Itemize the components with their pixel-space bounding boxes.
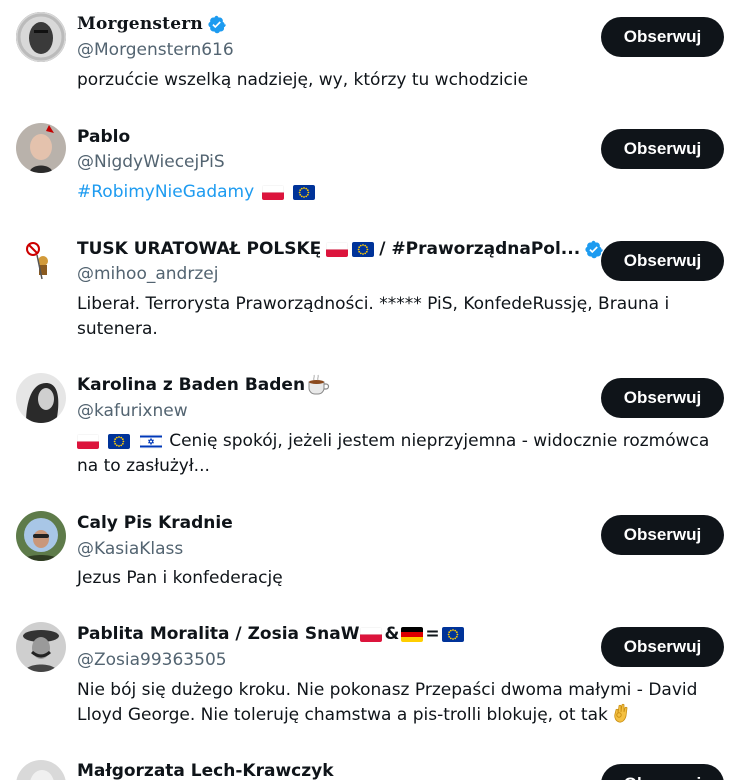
avatar[interactable] [16, 235, 66, 285]
hashtag-link[interactable]: #RobimyNieGadamy [77, 182, 254, 202]
user-bio: porzućcie wszelką nadzieję, wy, którzy t… [77, 70, 529, 90]
user-name-text[interactable]: Karolina z Baden Baden [77, 374, 305, 396]
user-bio: Cenię spokój, jeżeli jestem nieprzyjemna… [77, 429, 717, 479]
user-name[interactable]: Morgenstern [77, 13, 226, 35]
avatar[interactable] [16, 373, 66, 423]
ok-hand-icon [614, 703, 628, 723]
flag-eu-icon [442, 627, 464, 642]
user-cell[interactable]: Pablo @NigdyWiecejPiS #RobimyNieGadamy O… [0, 110, 744, 222]
user-cell[interactable]: Pablita Moralita / Zosia SnaW & = @Zosia… [0, 609, 744, 754]
user-name[interactable]: Pablo [77, 126, 130, 148]
user-cell[interactable]: Morgenstern @Morgenstern616 porzućcie ws… [0, 0, 744, 110]
user-handle[interactable]: @KasiaKlass [77, 538, 183, 560]
bio-line: Lloyd George. Nie toleruję chamstwa a pi… [77, 705, 608, 725]
user-name[interactable]: Caly Pis Kradnie [77, 512, 233, 534]
flag-germany-icon [401, 627, 423, 642]
user-name-text[interactable]: TUSK URATOWAŁ POLSKĘ [77, 238, 321, 260]
user-cell[interactable]: Karolina z Baden Baden @kafurixnew Cenię… [0, 358, 744, 496]
bio-line: Cenię spokój, jeżeli jestem nieprzyjemna… [169, 431, 710, 451]
user-handle[interactable]: @Zosia99363505 [77, 649, 227, 671]
user-bio: Liberał. Terrorysta Praworządności. ****… [77, 292, 717, 342]
verified-badge-icon [584, 240, 603, 259]
bio-line: sutenera. [77, 319, 158, 339]
user-name-text[interactable]: Morgenstern [77, 13, 203, 35]
ampersand-text: & [384, 624, 400, 644]
user-name-text-suffix[interactable]: / #PraworządnaPol... [379, 238, 580, 260]
follow-button[interactable]: Obserwuj [601, 17, 724, 57]
user-name[interactable]: Małgorzata Lech-Krawczyk [77, 760, 334, 780]
flag-poland-icon [360, 627, 382, 642]
follow-button[interactable]: Obserwuj [601, 129, 724, 169]
avatar[interactable] [16, 622, 66, 672]
user-name[interactable]: Pablita Moralita / Zosia SnaW & = [77, 623, 466, 645]
bio-line: Nie bój się dużego kroku. Nie pokonasz P… [77, 680, 698, 700]
coffee-cup-icon [308, 374, 330, 395]
follow-button[interactable]: Obserwuj [601, 515, 724, 555]
flag-eu-icon [352, 242, 374, 257]
verified-badge-icon [207, 15, 226, 34]
user-handle[interactable]: @NigdyWiecejPiS [77, 151, 225, 173]
user-bio: Jezus Pan i konfederację [77, 568, 283, 588]
user-bio: Nie bój się dużego kroku. Nie pokonasz P… [77, 678, 717, 728]
avatar[interactable] [16, 123, 66, 173]
user-name[interactable]: TUSK URATOWAŁ POLSKĘ / #PraworządnaPol..… [77, 238, 603, 260]
flag-poland-icon [262, 185, 284, 200]
follow-button[interactable]: Obserwuj [601, 378, 724, 418]
user-handle[interactable]: @mihoo_andrzej [77, 263, 218, 285]
flag-poland-icon [326, 242, 348, 257]
user-handle[interactable]: @Morgenstern616 [77, 39, 234, 61]
flag-israel-icon [140, 434, 162, 449]
user-bio: #RobimyNieGadamy [77, 180, 717, 205]
flag-eu-icon [293, 185, 315, 200]
user-cell[interactable]: Małgorzata Lech-Krawczyk Obserwuj [0, 754, 744, 780]
follow-button[interactable]: Obserwuj [601, 627, 724, 667]
user-name-text[interactable]: Pablita Moralita / Zosia SnaW [77, 623, 359, 645]
flag-poland-icon [77, 434, 99, 449]
user-cell[interactable]: TUSK URATOWAŁ POLSKĘ / #PraworządnaPol..… [0, 222, 744, 358]
follow-button[interactable]: Obserwuj [601, 241, 724, 281]
user-handle[interactable]: @kafurixnew [77, 400, 188, 422]
bio-line: Liberał. Terrorysta Praworządności. ****… [77, 294, 670, 314]
user-cell[interactable]: Caly Pis Kradnie @KasiaKlass Jezus Pan i… [0, 496, 744, 609]
avatar[interactable] [16, 12, 66, 62]
flag-eu-icon [108, 434, 130, 449]
avatar[interactable] [16, 511, 66, 561]
follow-button[interactable]: Obserwuj [601, 764, 724, 780]
bio-line: na to zasłużył... [77, 456, 210, 476]
equals-text: = [425, 624, 440, 644]
user-name[interactable]: Karolina z Baden Baden [77, 374, 330, 396]
avatar[interactable] [16, 760, 66, 780]
